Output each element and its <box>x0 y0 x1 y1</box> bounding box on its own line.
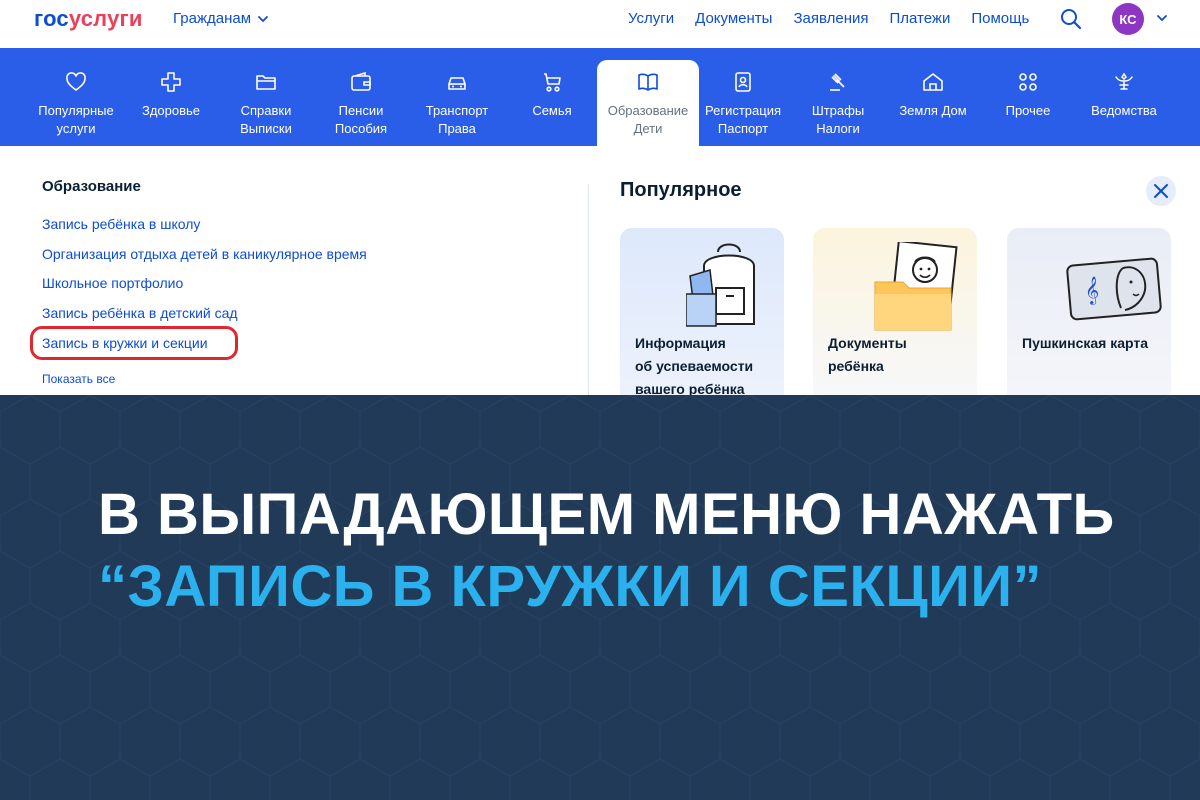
instruction-banner: В ВЫПАДАЮЩЕМ МЕНЮ НАЖАТЬ “ЗАПИСЬ В КРУЖК… <box>0 395 1200 800</box>
category-family[interactable]: Семья <box>501 48 603 146</box>
category-label: Транспорт Права <box>425 103 489 136</box>
category-bar: Популярные услуги Здоровье Справки Выпис… <box>0 48 1200 146</box>
category-education-active[interactable]: Образование Дети <box>597 60 699 146</box>
instruction-text-white: В ВЫПАДАЮЩЕМ МЕНЮ НАЖАТЬ <box>98 482 1115 547</box>
category-label: Здоровье <box>141 103 201 118</box>
category-health[interactable]: Здоровье <box>120 48 222 146</box>
link-holiday-recreation[interactable]: Организация отдыха детей в каникулярное … <box>42 246 367 262</box>
category-label: Штрафы Налоги <box>811 103 865 136</box>
category-pensions[interactable]: Пенсии Пособия <box>310 48 412 146</box>
wallet-icon <box>351 71 371 91</box>
logo-part1: гос <box>34 6 69 31</box>
stroller-icon <box>544 73 561 92</box>
category-certificates[interactable]: Справки Выписки <box>215 48 317 146</box>
education-section-title: Образование <box>42 178 141 195</box>
link-school-portfolio[interactable]: Школьное портфолио <box>42 275 183 291</box>
category-popular[interactable]: Популярные услуги <box>25 48 127 146</box>
link-clubs-sections[interactable]: Запись в кружки и секции <box>42 335 208 351</box>
nav-help[interactable]: Помощь <box>971 10 1029 27</box>
link-kindergarten-enrollment[interactable]: Запись ребёнка в детский сад <box>42 305 238 321</box>
link-school-enrollment[interactable]: Запись ребёнка в школу <box>42 216 200 232</box>
divider <box>588 184 589 396</box>
instruction-text-highlight: “ЗАПИСЬ В КРУЖКИ И СЕКЦИИ” <box>98 554 1043 619</box>
category-label: Земля Дом <box>899 103 967 118</box>
category-label: Пенсии Пособия <box>334 103 388 136</box>
child-documents-icon <box>874 242 958 331</box>
category-registration[interactable]: Регистрация Паспорт <box>692 48 794 146</box>
gosuslugi-logo[interactable]: госуслуги <box>34 6 143 32</box>
top-header: госуслуги Гражданам Услуги Документы Зая… <box>0 0 1200 48</box>
category-label: Популярные услуги <box>38 103 114 136</box>
citizens-dropdown[interactable]: Гражданам <box>173 10 269 27</box>
card-academic-performance[interactable]: Информация об успеваемости вашего ребёнк… <box>620 228 784 408</box>
chevron-down-icon <box>258 15 268 22</box>
category-label: Ведомства <box>1091 103 1157 118</box>
medical-cross-icon <box>161 72 181 92</box>
show-all-link[interactable]: Показать все <box>42 372 115 386</box>
heart-icon <box>66 72 86 91</box>
instruction-text: В ВЫПАДАЮЩЕМ МЕНЮ НАЖАТЬ “ЗАПИСЬ В КРУЖК… <box>98 479 1158 623</box>
category-land-house[interactable]: Земля Дом <box>882 48 984 146</box>
chevron-down-icon[interactable] <box>1156 12 1168 24</box>
category-label: Справки Выписки <box>240 103 292 136</box>
nav-documents[interactable]: Документы <box>695 10 772 27</box>
citizens-label: Гражданам <box>173 10 252 27</box>
backpack-icon <box>686 243 755 327</box>
close-icon <box>1154 184 1168 198</box>
gavel-icon <box>830 73 845 91</box>
folder-icon <box>256 75 276 90</box>
card-child-documents[interactable]: Документы ребёнка <box>813 228 977 408</box>
category-label: Регистрация Паспорт <box>705 103 781 136</box>
card-title: Пушкинская карта <box>1022 335 1149 351</box>
pushkin-card-icon: 𝄞 <box>1066 257 1162 321</box>
nav-payments[interactable]: Платежи <box>890 10 951 27</box>
category-transport[interactable]: Транспорт Права <box>406 48 508 146</box>
category-label: Семья <box>532 103 572 118</box>
logo-part2: услуги <box>68 6 143 31</box>
nav-services[interactable]: Услуги <box>628 10 674 27</box>
book-icon <box>638 73 658 91</box>
passport-icon <box>735 72 751 92</box>
grid-icon <box>1019 73 1037 91</box>
nav-applications[interactable]: Заявления <box>793 10 868 27</box>
category-label: Прочее <box>1005 103 1051 118</box>
search-icon[interactable] <box>1060 8 1082 30</box>
education-dropdown: Образование Запись ребёнка в школу Орган… <box>0 146 1200 408</box>
category-agencies[interactable]: Ведомства <box>1073 48 1175 146</box>
popular-section-title: Популярное <box>620 179 742 201</box>
card-title: Информация об успеваемости вашего ребёнк… <box>635 335 754 397</box>
category-label: Образование Дети <box>607 103 689 136</box>
category-other[interactable]: Прочее <box>977 48 1079 146</box>
svg-text:𝄞: 𝄞 <box>1085 276 1099 305</box>
top-nav: Услуги Документы Заявления Платежи Помощ… <box>628 10 1050 27</box>
close-button[interactable] <box>1146 176 1176 206</box>
house-icon <box>923 73 943 91</box>
category-fines[interactable]: Штрафы Налоги <box>787 48 889 146</box>
card-pushkin-card[interactable]: 𝄞 Пушкинская карта <box>1007 228 1171 408</box>
car-icon <box>448 77 466 90</box>
emblem-icon <box>1115 72 1133 90</box>
card-title: Документы ребёнка <box>828 335 907 374</box>
avatar[interactable]: КС <box>1112 3 1144 35</box>
